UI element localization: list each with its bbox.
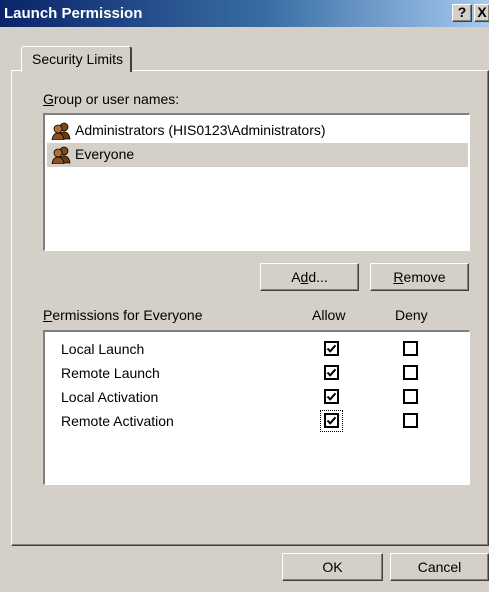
- perm-name: Local Activation: [61, 389, 159, 405]
- deny-checkbox[interactable]: [403, 389, 418, 404]
- user-name: Administrators (HIS0123\Administrators): [75, 122, 326, 138]
- allow-checkbox[interactable]: [324, 413, 339, 428]
- window-title: Launch Permission: [4, 5, 143, 22]
- checkmark-icon: [326, 344, 337, 353]
- remove-button[interactable]: Remove: [370, 263, 469, 291]
- launch-permission-dialog: Launch Permission ? X Security Limits Gr…: [0, 0, 489, 592]
- perm-row-local-activation: Local Activation: [45, 386, 468, 410]
- cancel-button[interactable]: Cancel: [390, 553, 489, 581]
- checkmark-icon: [326, 392, 337, 401]
- allow-header: Allow: [312, 307, 346, 323]
- deny-checkbox[interactable]: [403, 365, 418, 380]
- user-list[interactable]: Administrators (HIS0123\Administrators) …: [43, 113, 470, 251]
- group-users-label: Group or user names:: [43, 91, 180, 107]
- list-item-everyone[interactable]: Everyone: [47, 143, 468, 167]
- permissions-label: Permissions for Everyone: [43, 307, 203, 323]
- help-button[interactable]: ?: [452, 4, 472, 22]
- add-button[interactable]: Add...: [260, 263, 359, 291]
- allow-checkbox[interactable]: [324, 389, 339, 404]
- perm-name: Local Launch: [61, 341, 145, 357]
- user-name: Everyone: [75, 146, 135, 162]
- permissions-list: Local Launch Remote Launch Local Activat…: [43, 330, 470, 485]
- list-item-administrators[interactable]: Administrators (HIS0123\Administrators): [47, 119, 468, 143]
- perm-name: Remote Activation: [61, 413, 174, 429]
- deny-checkbox[interactable]: [403, 413, 418, 428]
- perm-name: Remote Launch: [61, 365, 160, 381]
- checkmark-icon: [326, 416, 337, 425]
- allow-checkbox[interactable]: [324, 365, 339, 380]
- perm-row-remote-activation: Remote Activation: [45, 410, 468, 434]
- tab-security-limits[interactable]: Security Limits: [21, 46, 132, 72]
- perm-row-remote-launch: Remote Launch: [45, 362, 468, 386]
- checkmark-icon: [326, 368, 337, 377]
- title-bar[interactable]: Launch Permission ? X: [0, 0, 489, 27]
- close-button[interactable]: X: [474, 4, 489, 22]
- deny-checkbox[interactable]: [403, 341, 418, 356]
- deny-header: Deny: [395, 307, 428, 323]
- allow-checkbox[interactable]: [324, 341, 339, 356]
- perm-row-local-launch: Local Launch: [45, 338, 468, 362]
- user-group-icon: [51, 122, 71, 140]
- user-group-icon: [51, 146, 71, 164]
- tab-label: Security Limits: [32, 51, 124, 67]
- ok-button[interactable]: OK: [282, 553, 383, 581]
